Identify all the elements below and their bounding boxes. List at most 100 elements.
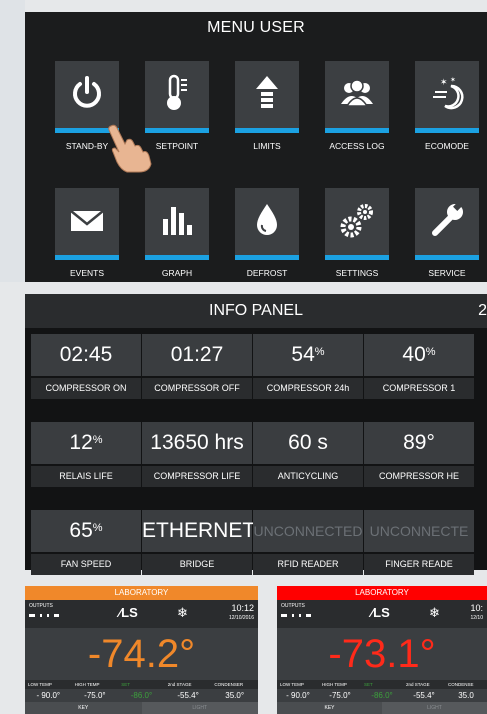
clock-time: 10: [470, 603, 483, 613]
outputs-label: OUTPUTS [281, 603, 305, 609]
second-stage-label: 2nd STAGE [167, 682, 192, 687]
info-cell: 60 s ANTICYCLING [253, 422, 363, 490]
info-cell-value: 54% [253, 334, 363, 376]
info-cell: 12% RELAIS LIFE [31, 422, 141, 490]
thermo-card-alarm: LABORATORY OUTPUTS ⁄LS ❄ 10: 12/10 -73.1… [277, 586, 487, 714]
info-cell-label: COMPRESSOR ON [31, 378, 141, 399]
info-cell-unit: % [425, 346, 436, 358]
info-cell-label: FAN SPEED [31, 554, 141, 575]
info-cell-label: COMPRESSOR LIFE [142, 466, 252, 487]
defrost-label: DEFROST [246, 268, 288, 278]
low-temp-value: - 90.0° [36, 691, 61, 700]
ecomode-label: ECOMODE [425, 141, 469, 151]
info-cell-value: 12% [31, 422, 141, 464]
condenser-value: 35.0° [225, 691, 245, 700]
bar-chart-icon [163, 207, 192, 235]
info-cell-label: BRIDGE [142, 554, 252, 575]
key-button[interactable]: KEY [25, 702, 142, 714]
info-cell-value: UNCONNECTED [253, 510, 363, 552]
low-temp-label: LOW TEMP [280, 682, 304, 687]
condenser-value: 35.0 [458, 691, 474, 700]
info-cell-label: COMPRESSOR 1 [364, 378, 474, 399]
info-cell-value: UNCONNECTE [364, 510, 474, 552]
info-cell: 65% FAN SPEED [31, 510, 141, 578]
card-status-bar: OUTPUTS ⁄LS ❄ 10: 12/10 [277, 600, 487, 628]
defrost-button[interactable] [235, 188, 299, 260]
info-cell-label: ANTICYCLING [253, 466, 363, 487]
clock-time: 10:12 [231, 603, 254, 613]
limits-button[interactable] [235, 61, 299, 133]
envelope-icon [70, 210, 104, 231]
info-cell-label: FINGER READE [364, 554, 474, 575]
card-status-bar: OUTPUTS ⁄LS ❄ 10:12 12/10/2016 [25, 600, 258, 628]
info-cell: 40% COMPRESSOR 1 [364, 334, 474, 402]
clock-date: 12/10/2016 [228, 615, 254, 621]
low-temp-label: LOW TEMP [28, 682, 52, 687]
ecomode-button[interactable]: ✶ ✶ [415, 61, 479, 133]
svg-text:✶: ✶ [450, 76, 456, 84]
second-stage-value: -55.4° [413, 691, 435, 700]
clock-date: 12/10 [470, 615, 483, 621]
info-cell-value: 60 s [253, 422, 363, 464]
readings-values: - 90.0° -75.0° -86.0° -55.4° 35.0° [25, 689, 258, 702]
set-label: SET [121, 682, 130, 687]
info-cell-label: RFID READER [253, 554, 363, 575]
service-button[interactable] [415, 188, 479, 260]
set-value: -86.0° [371, 691, 393, 700]
info-panel: INFO PANEL 2 02:45 COMPRESSOR ON 01:27 COMP… [25, 294, 487, 575]
power-icon [73, 76, 101, 108]
second-stage-label: 2nd STAGE [406, 682, 430, 687]
info-cell-unit: % [92, 522, 103, 534]
info-cell: 13650 hrs COMPRESSOR LIFE [142, 422, 252, 490]
svg-text:✶: ✶ [440, 78, 448, 88]
graph-label: GRAPH [161, 268, 193, 278]
outputs-label: OUTPUTS [29, 603, 53, 609]
key-button[interactable]: KEY [277, 702, 382, 714]
high-temp-label: HIGH TEMP [322, 682, 347, 687]
second-stage-value: -55.4° [177, 691, 199, 700]
outputs-indicator [29, 614, 59, 617]
info-title-text: INFO PANEL [209, 302, 303, 319]
users-icon [341, 79, 373, 107]
info-cell-label: COMPRESSOR HE [364, 466, 474, 487]
card-header: LABORATORY [25, 586, 258, 600]
set-value: -86.0° [130, 691, 153, 700]
high-temp-value: -75.0° [329, 691, 351, 700]
drop-icon [257, 204, 277, 235]
low-temp-value: - 90.0° [286, 691, 310, 700]
high-temp-label: HIGH TEMP [74, 682, 100, 687]
events-label: EVENTS [69, 268, 104, 278]
info-cell-value: 13650 hrs [142, 422, 252, 464]
card-footer: KEY LIGHT [277, 702, 487, 714]
temperature-readout: -73.1° [328, 632, 436, 676]
logo: ⁄LS [119, 605, 138, 620]
info-cell: 89° COMPRESSOR HE [364, 422, 474, 490]
events-button[interactable] [55, 188, 119, 260]
readings-labels: LOW TEMP HIGH TEMP SET 2nd STAGE CONDENS… [25, 680, 258, 689]
info-cell-value: 89° [364, 422, 474, 464]
arrow-up-icon [256, 76, 278, 108]
menu-title: MENU USER [207, 19, 305, 36]
graph-button[interactable] [145, 188, 209, 260]
settings-label: SETTINGS [335, 268, 379, 278]
info-cell-unit: % [314, 346, 325, 358]
temperature-readout: -74.2° [87, 632, 196, 676]
hand-pointer-icon [108, 124, 152, 173]
snowflake-icon: ❄ [429, 605, 440, 620]
left-edge [0, 0, 25, 282]
access-log-button[interactable] [325, 61, 389, 133]
thermo-card-normal: LABORATORY OUTPUTS ⁄LS ❄ 10:12 12/10/201… [25, 586, 258, 714]
card-header: LABORATORY [277, 586, 487, 600]
high-temp-value: -75.0° [84, 691, 106, 700]
info-cell: 01:27 COMPRESSOR OFF [142, 334, 252, 402]
readings-values: - 90.0° -75.0° -86.0° -55.4° 35.0 [277, 689, 487, 702]
light-button[interactable]: LIGHT [141, 702, 258, 714]
info-cell-label: RELAIS LIFE [31, 466, 141, 487]
light-button[interactable]: LIGHT [382, 702, 487, 714]
settings-button[interactable] [325, 188, 389, 260]
info-cell: 02:45 COMPRESSOR ON [31, 334, 141, 402]
condenser-label: CONDENSER [214, 682, 244, 687]
info-cell-value: ETHERNET [142, 510, 255, 552]
info-cell-label: COMPRESSOR OFF [142, 378, 252, 399]
info-cell: ETHERNET BRIDGE [142, 510, 255, 578]
